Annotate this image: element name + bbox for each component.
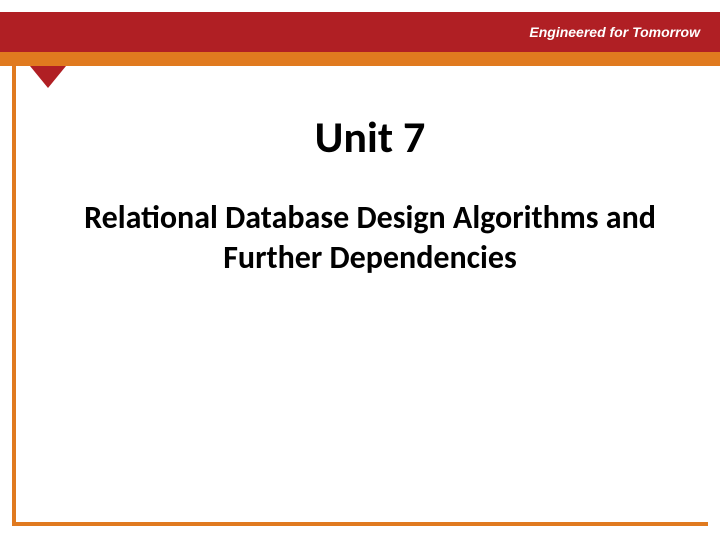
header-bar: Engineered for Tomorrow [0,12,720,52]
subtitle: Relational Database Design Algorithms an… [40,198,700,278]
notch-icon [30,66,66,88]
bottom-border [12,522,708,526]
unit-title: Unit 7 [120,110,620,164]
header-tagline: Engineered for Tomorrow [529,24,700,40]
slide: Engineered for Tomorrow Unit 7 Relationa… [0,0,720,540]
accent-band [0,52,720,66]
content-area: Unit 7 Relational Database Design Algori… [40,110,700,278]
left-border [12,66,16,524]
